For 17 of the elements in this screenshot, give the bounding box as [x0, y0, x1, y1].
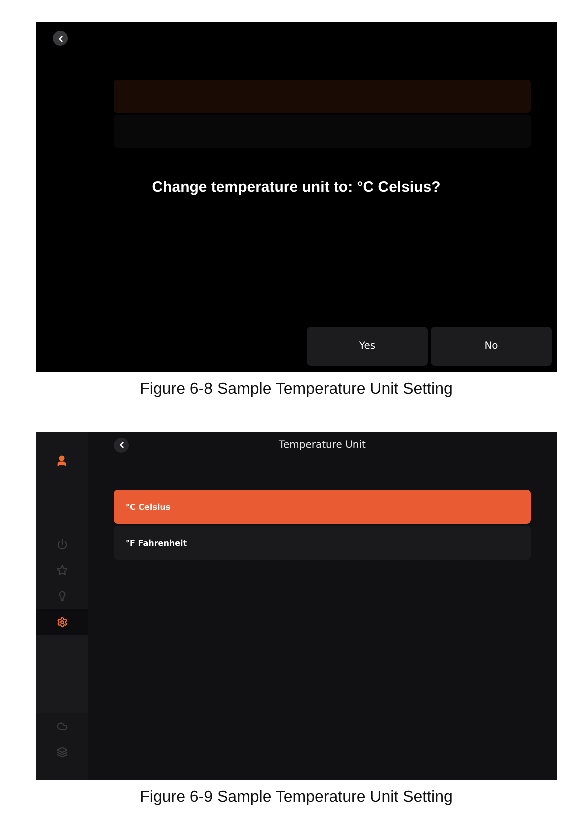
dialog-button[interactable]: Yes	[307, 327, 428, 366]
figure-caption: Figure 6-9 Sample Temperature Unit Setting	[139, 788, 454, 807]
dialog-message: Change temperature unit to: °C Celsius?	[151, 179, 442, 197]
settings-icon	[56, 616, 68, 628]
back-button[interactable]	[114, 438, 129, 452]
back-button[interactable]	[53, 31, 68, 46]
figure-caption: Figure 6-8 Sample Temperature Unit Setting	[139, 380, 454, 399]
unit-option[interactable]: °F Fahrenheit	[114, 526, 531, 560]
power-icon	[56, 538, 68, 550]
cloud-icon	[56, 720, 68, 732]
layers-icon	[56, 746, 68, 758]
screen-title: Temperature Unit	[279, 440, 366, 450]
star-icon	[56, 564, 68, 576]
user-icon	[56, 455, 68, 467]
sidebar-item[interactable]	[36, 609, 88, 635]
lightbulb-icon	[56, 590, 68, 602]
dialog-button[interactable]: No	[431, 327, 552, 366]
